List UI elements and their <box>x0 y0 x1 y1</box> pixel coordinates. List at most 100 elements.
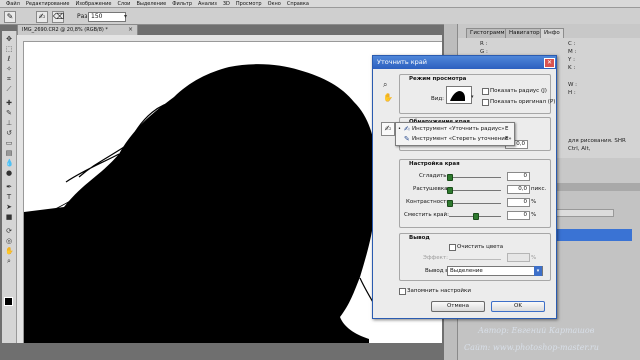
smooth-slider-knob[interactable] <box>447 174 453 181</box>
info-k: K : <box>568 65 576 71</box>
feather-label: Растушевка: <box>413 186 450 192</box>
menu-3d[interactable]: 3D <box>223 1 230 7</box>
marquee-tool-icon[interactable]: ⬚ <box>5 45 13 53</box>
show-radius-checkbox[interactable] <box>482 88 489 95</box>
feather-slider-track[interactable] <box>449 190 501 191</box>
eraser-tool-icon[interactable]: ▭ <box>5 139 13 147</box>
smooth-input[interactable]: 0 <box>507 172 530 181</box>
output-to-select[interactable]: Выделение ▾ <box>447 266 543 276</box>
quick-select-tool-icon[interactable]: ✧ <box>5 65 13 73</box>
view-label: Вид: <box>431 96 445 102</box>
vertical-ruler <box>17 41 24 343</box>
dialog-title-bar[interactable]: Уточнить край ✕ <box>373 56 556 69</box>
menu-item-erase-refinement-tool[interactable]: ✎ Инструмент «Стереть уточнение» E <box>396 134 514 144</box>
contrast-unit: % <box>531 199 537 205</box>
dodge-tool-icon[interactable]: ● <box>5 169 13 177</box>
clone-stamp-tool-icon[interactable]: ⊥ <box>5 119 13 127</box>
blur-tool-icon[interactable]: 💧 <box>5 159 14 167</box>
move-tool-icon[interactable]: ✥ <box>5 35 13 43</box>
view-mode-thumbnail[interactable] <box>446 86 472 104</box>
feather-input[interactable]: 0,0 <box>507 185 530 194</box>
3d-rotate-tool-icon[interactable]: ⟳ <box>5 227 13 235</box>
menu-item-refine-radius-tool[interactable]: • ✍ Инструмент «Уточнить радиус» E <box>396 124 514 134</box>
erase-refinement-brush-icon: ✎ <box>404 135 410 143</box>
menu-image[interactable]: Изображение <box>75 1 111 7</box>
feather-slider-knob[interactable] <box>447 187 453 194</box>
amount-slider-track <box>449 259 501 260</box>
path-selection-tool-icon[interactable]: ➤ <box>5 203 13 211</box>
type-tool-icon[interactable]: T <box>5 193 13 201</box>
info-note: для рисования. SHR <box>568 138 626 144</box>
active-bullet-icon: • <box>398 126 401 132</box>
ok-button[interactable]: OK <box>491 301 545 312</box>
menu-select[interactable]: Выделение <box>136 1 166 7</box>
zoom-tool-icon[interactable]: ⌕ <box>383 80 387 90</box>
close-icon[interactable]: ✕ <box>544 58 555 68</box>
close-tab-icon[interactable]: × <box>128 26 133 33</box>
menu-edit[interactable]: Редактирование <box>26 1 70 7</box>
contrast-label: Контрастность: <box>406 199 452 205</box>
menu-analysis[interactable]: Анализ <box>198 1 217 7</box>
shift-edge-input[interactable]: 0 <box>507 211 530 220</box>
view-dropdown-icon[interactable]: ▾ <box>471 94 474 100</box>
refine-radius-brush-icon: ✍ <box>404 125 410 133</box>
healing-tool-icon[interactable]: ✚ <box>5 99 13 107</box>
output-label: Вывод <box>409 235 430 241</box>
pen-tool-icon[interactable]: ✒ <box>5 183 13 191</box>
info-r: R : <box>480 41 488 47</box>
output-dropdown-icon[interactable]: ▾ <box>534 266 542 276</box>
refine-radius-shortcut: E <box>505 126 509 132</box>
refine-radius-brush-icon[interactable]: ✍ <box>36 11 48 23</box>
tool-preset-brush-icon[interactable]: ✎ <box>4 11 16 23</box>
toolbox: ✥ ⬚ ℓ ✧ ⌗ ⟋ ✚ ✎ ⊥ ↺ ▭ ▤ 💧 ● ✒ T ➤ ■ ⟳ ◎ … <box>2 31 17 343</box>
menu-window[interactable]: Окно <box>268 1 281 7</box>
menu-help[interactable]: Справка <box>287 1 309 7</box>
menu-bar: Файл Редактирование Изображение Слои Выд… <box>0 0 640 8</box>
menu-file[interactable]: Файл <box>6 1 20 7</box>
decontaminate-checkbox[interactable] <box>449 244 456 251</box>
watermark-author: Автор: Евгений Карташов <box>478 326 595 335</box>
document-tab[interactable]: IMG_2690.CR2 @ 20,8% (RGB/8) * <box>17 24 138 35</box>
watermark-site: Сайт: www.photoshop-master.ru <box>464 343 599 352</box>
contrast-input[interactable]: 0 <box>507 198 530 207</box>
size-input[interactable]: 150 <box>88 12 126 22</box>
contrast-slider-track[interactable] <box>449 203 501 204</box>
3d-orbit-tool-icon[interactable]: ◎ <box>5 237 13 245</box>
gradient-tool-icon[interactable]: ▤ <box>5 149 13 157</box>
info-m: M : <box>568 49 577 55</box>
contrast-slider-knob[interactable] <box>447 200 453 207</box>
silhouette-thumbnail-icon <box>450 91 465 101</box>
brush-tool-icon[interactable]: ✎ <box>5 109 13 117</box>
amount-label: Эффект: <box>423 255 449 261</box>
hand-tool-icon[interactable]: ✋ <box>5 247 14 255</box>
erase-refinement-icon[interactable]: ⌫ <box>52 11 64 23</box>
menu-view[interactable]: Просмотр <box>236 1 262 7</box>
shift-edge-slider-knob[interactable] <box>473 213 479 220</box>
refine-radius-tool-icon[interactable]: ✍ <box>381 122 395 136</box>
foreground-color-swatch[interactable] <box>4 297 13 306</box>
show-original-checkbox[interactable] <box>482 99 489 106</box>
menu-filter[interactable]: Фильтр <box>172 1 192 7</box>
remember-settings-checkbox[interactable] <box>399 288 406 295</box>
info-y: Y : <box>568 57 575 63</box>
erase-refinement-shortcut: E <box>505 136 509 142</box>
show-radius-label: Показать радиус (J) <box>490 88 547 94</box>
eyedropper-tool-icon[interactable]: ⟋ <box>5 85 13 93</box>
shift-edge-label: Сместить край: <box>404 212 449 218</box>
crop-tool-icon[interactable]: ⌗ <box>5 75 13 83</box>
cancel-button[interactable]: Отмена <box>431 301 485 312</box>
zoom-tool-icon[interactable]: ⌕ <box>5 257 13 265</box>
amount-unit: % <box>531 255 537 261</box>
hand-tool-icon[interactable]: ✋ <box>383 93 393 102</box>
remember-settings-label: Запомнить настройки <box>407 288 471 294</box>
menu-layers[interactable]: Слои <box>117 1 130 7</box>
size-dropdown-icon[interactable]: ▾ <box>124 13 127 20</box>
shift-edge-unit: % <box>531 212 537 218</box>
info-note2: Ctrl, Alt, <box>568 146 591 152</box>
adjust-edge-label: Настройка края <box>409 161 460 167</box>
view-mode-label: Режим просмотра <box>409 76 467 82</box>
shape-tool-icon[interactable]: ■ <box>5 213 13 221</box>
lasso-tool-icon[interactable]: ℓ <box>5 55 13 63</box>
history-brush-tool-icon[interactable]: ↺ <box>5 129 13 137</box>
smooth-slider-track[interactable] <box>449 177 501 178</box>
